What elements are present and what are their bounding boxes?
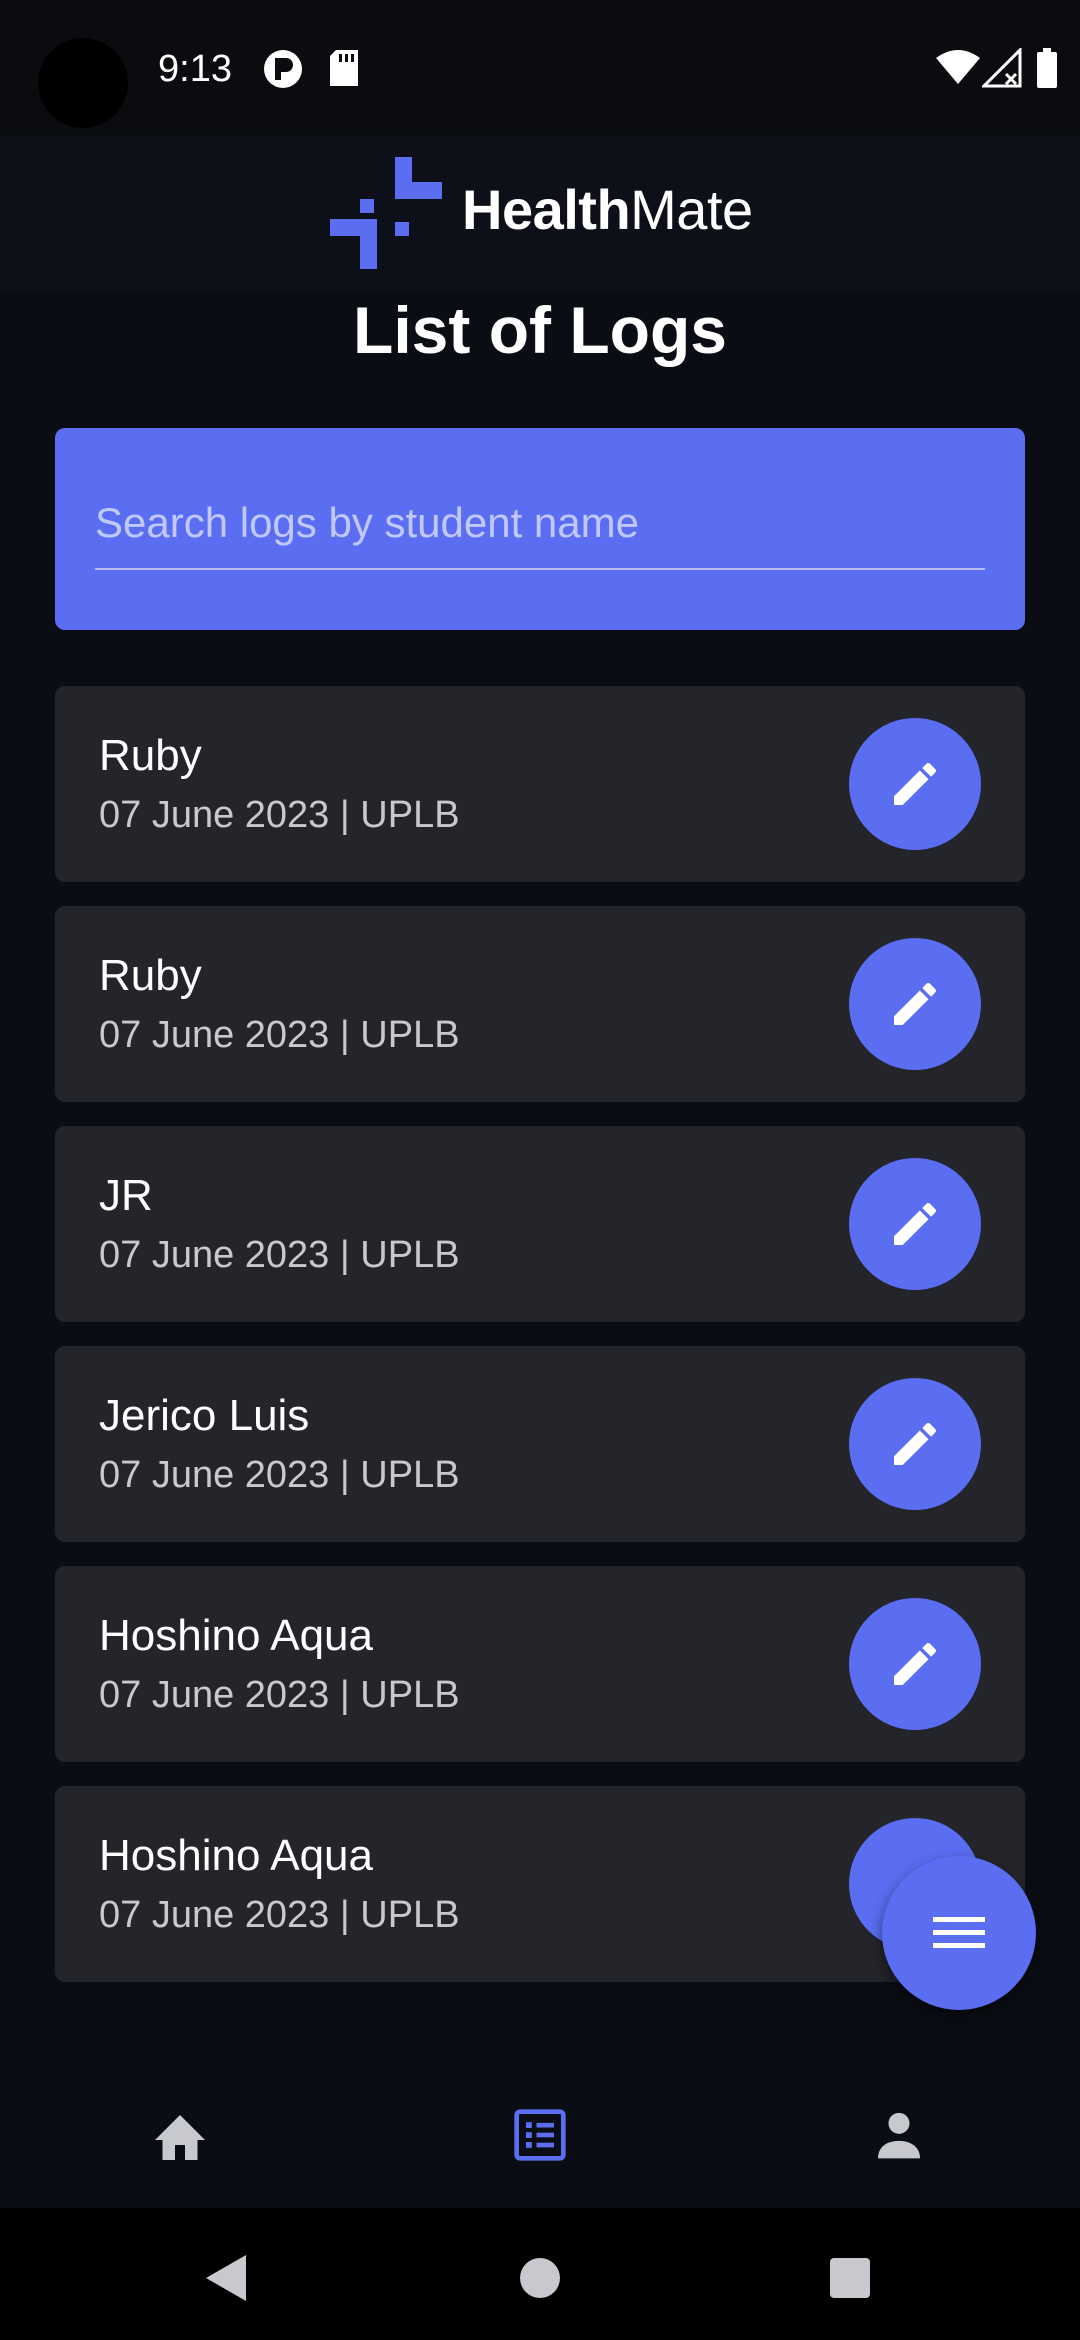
log-item[interactable]: Jerico Luis 07 June 2023 | UPLB	[55, 1346, 1025, 1542]
recents-button[interactable]	[820, 2248, 880, 2308]
system-nav-bar	[0, 2208, 1080, 2340]
log-subtitle: 07 June 2023 | UPLB	[99, 1234, 460, 1276]
nav-logs[interactable]	[505, 2100, 575, 2170]
log-item[interactable]: Ruby 07 June 2023 | UPLB	[55, 686, 1025, 882]
log-item[interactable]: Hoshino Aqua 07 June 2023 | UPLB	[55, 1566, 1025, 1762]
nav-profile[interactable]	[864, 2100, 934, 2170]
log-subtitle: 07 June 2023 | UPLB	[99, 1894, 460, 1936]
brand-light: Mate	[630, 178, 753, 241]
brand-bold: Health	[462, 178, 631, 241]
pencil-icon	[894, 982, 937, 1025]
status-bar: 9:13	[0, 0, 1080, 135]
pencil-icon	[894, 762, 937, 805]
log-name: Ruby	[99, 951, 202, 1000]
home-system-button[interactable]	[510, 2248, 570, 2308]
brand-name: HealthMate	[462, 175, 753, 245]
search-card	[55, 428, 1025, 630]
log-name: Ruby	[99, 731, 202, 780]
log-subtitle: 07 June 2023 | UPLB	[99, 794, 460, 836]
battery-icon	[1036, 48, 1058, 93]
log-name: Jerico Luis	[99, 1391, 310, 1440]
log-name: JR	[99, 1171, 153, 1220]
app-notification-icon	[262, 48, 304, 95]
app-header: HealthMate	[0, 135, 1080, 290]
log-subtitle: 07 June 2023 | UPLB	[99, 1014, 460, 1056]
menu-fab-button[interactable]	[882, 1856, 1036, 2010]
edit-log-button[interactable]	[849, 938, 981, 1070]
nav-home[interactable]	[145, 2100, 215, 2170]
log-subtitle: 07 June 2023 | UPLB	[99, 1454, 460, 1496]
log-name: Hoshino Aqua	[99, 1611, 373, 1660]
bottom-nav	[0, 2060, 1080, 2208]
pencil-icon	[894, 1422, 937, 1465]
log-item[interactable]: Hoshino Aqua 07 June 2023 | UPLB	[55, 1786, 1025, 1982]
edit-log-button[interactable]	[849, 718, 981, 850]
log-list: Ruby 07 June 2023 | UPLB Ruby 07 June 20…	[55, 686, 1025, 2006]
edit-log-button[interactable]	[849, 1598, 981, 1730]
search-input[interactable]	[95, 478, 985, 570]
log-item[interactable]: Ruby 07 June 2023 | UPLB	[55, 906, 1025, 1102]
page-title: List of Logs	[353, 293, 727, 367]
signal-icon	[980, 46, 1022, 93]
pencil-icon	[894, 1202, 937, 1245]
list-icon	[514, 2109, 566, 2161]
log-subtitle: 07 June 2023 | UPLB	[99, 1674, 460, 1716]
edit-log-button[interactable]	[849, 1158, 981, 1290]
sd-card-icon	[328, 48, 360, 93]
back-triangle-icon	[206, 2255, 246, 2301]
camera-cutout	[38, 38, 128, 128]
home-icon	[155, 2115, 205, 2160]
menu-icon	[933, 1917, 985, 1948]
home-circle-icon	[520, 2258, 560, 2298]
edit-log-button[interactable]	[849, 1378, 981, 1510]
pencil-icon	[894, 1642, 937, 1685]
wifi-icon	[935, 48, 981, 91]
person-icon	[878, 2112, 920, 2159]
healthmate-logo-icon	[330, 157, 442, 274]
status-time: 9:13	[158, 48, 232, 90]
back-button[interactable]	[196, 2248, 256, 2308]
log-name: Hoshino Aqua	[99, 1831, 373, 1880]
recents-square-icon	[830, 2258, 870, 2298]
log-item[interactable]: JR 07 June 2023 | UPLB	[55, 1126, 1025, 1322]
